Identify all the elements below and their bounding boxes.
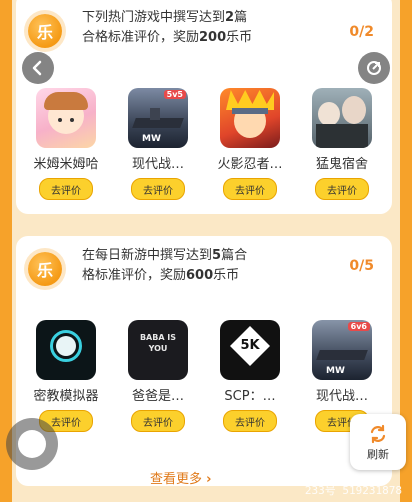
floating-assistant-button[interactable] xyxy=(6,418,58,470)
game-name: 米姆米姆哈 xyxy=(33,157,99,172)
refresh-button[interactable]: 刷新 xyxy=(350,414,406,470)
back-button[interactable] xyxy=(22,52,54,84)
share-icon xyxy=(367,61,381,75)
share-button[interactable] xyxy=(358,52,390,84)
game-icon xyxy=(312,88,372,148)
game-name: 火影忍者… xyxy=(217,157,283,172)
game-name: 爸爸是… xyxy=(131,389,184,404)
game-item[interactable]: MW 5v5 现代战… 去评价 xyxy=(116,88,200,200)
rate-button[interactable]: 去评价 xyxy=(131,410,185,432)
game-icon xyxy=(220,88,280,148)
refresh-icon xyxy=(370,424,386,443)
game-icon: BABA IS YOU xyxy=(128,320,188,380)
task-description: 在每日新游中撰写达到5篇合 格标准评价，奖励600乐币 xyxy=(82,248,248,283)
task-progress: 0/2 xyxy=(349,24,374,40)
game-item[interactable]: 猛鬼宿舍 去评价 xyxy=(300,88,384,200)
rate-button[interactable]: 去评价 xyxy=(315,178,369,200)
game-name: 现代战… xyxy=(315,389,368,404)
task-card-hot-games: 乐 下列热门游戏中撰写达到2篇 合格标准评价，奖励200乐币 0/2 米姆米姆哈… xyxy=(16,0,392,214)
game-art-text: BABA IS YOU xyxy=(139,333,177,353)
task-description: 下列热门游戏中撰写达到2篇 合格标准评价，奖励200乐币 xyxy=(82,10,253,45)
mode-badge: 5v5 xyxy=(163,90,186,99)
rate-button[interactable]: 去评价 xyxy=(223,410,277,432)
coin-icon: 乐 xyxy=(28,252,62,286)
game-item[interactable]: 米姆米姆哈 去评价 xyxy=(24,88,108,200)
coin-icon: 乐 xyxy=(28,14,62,48)
game-icon xyxy=(36,320,96,380)
mode-badge: 6v6 xyxy=(347,322,370,331)
rate-button[interactable]: 去评价 xyxy=(39,178,93,200)
view-more-link[interactable]: 查看更多 › xyxy=(150,468,212,487)
back-icon xyxy=(32,60,42,76)
game-icon xyxy=(36,88,96,148)
game-name: 猛鬼宿舍 xyxy=(315,157,368,172)
refresh-label: 刷新 xyxy=(367,447,389,461)
game-item[interactable]: 5K SCP：… 去评价 xyxy=(208,320,292,432)
game-art-text: 5K xyxy=(240,338,260,353)
game-name: 密教模拟器 xyxy=(33,389,99,404)
game-item[interactable]: 密教模拟器 去评价 xyxy=(24,320,108,432)
task-card-daily-new-games: 乐 在每日新游中撰写达到5篇合 格标准评价，奖励600乐币 0/5 密教模拟器 … xyxy=(16,236,392,486)
game-icon: MW 6v6 xyxy=(312,320,372,380)
task-progress: 0/5 xyxy=(349,258,374,274)
game-icon: MW 5v5 xyxy=(128,88,188,148)
rate-button[interactable]: 去评价 xyxy=(131,178,185,200)
chevron-right-icon: › xyxy=(206,472,212,487)
game-item[interactable]: BABA IS YOU 爸爸是… 去评价 xyxy=(116,320,200,432)
watermark: 233号 519231878 xyxy=(304,484,402,497)
game-item[interactable]: 火影忍者… 去评价 xyxy=(208,88,292,200)
rate-button[interactable]: 去评价 xyxy=(223,178,277,200)
game-name: 现代战… xyxy=(131,157,184,172)
game-name: SCP：… xyxy=(224,389,276,404)
game-icon: 5K xyxy=(220,320,280,380)
